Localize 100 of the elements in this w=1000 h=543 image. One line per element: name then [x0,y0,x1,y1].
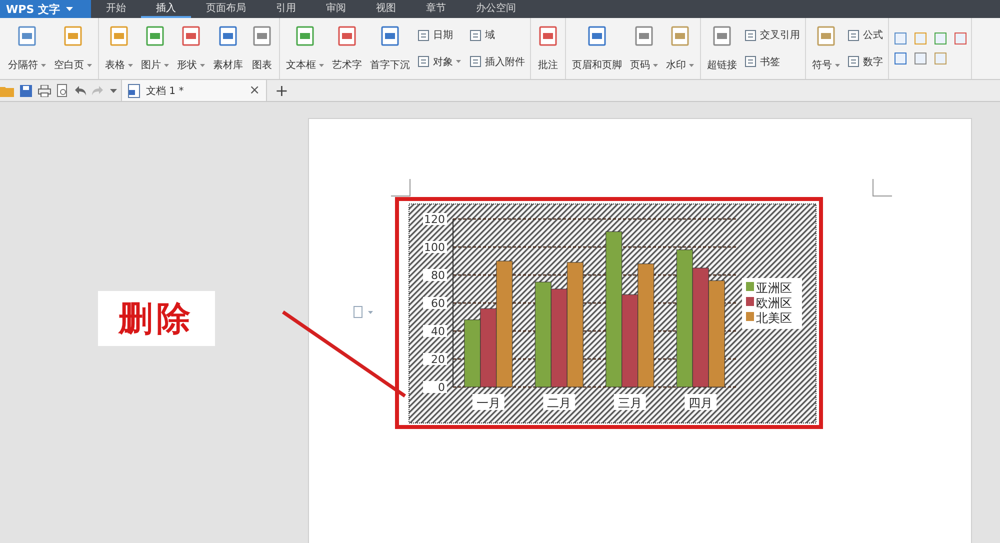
menu-tab[interactable]: 章节 [411,0,461,18]
toolbar-icon[interactable] [932,30,948,46]
ribbon-button[interactable]: 页眉和页脚 [569,22,625,75]
redo-icon[interactable] [92,86,104,96]
menu-tab[interactable]: 页面布局 [191,0,261,18]
toolbar-icon[interactable] [952,30,968,46]
button-label: 文本框 [286,58,316,72]
ribbon-button[interactable]: 图片 [138,22,172,75]
button-label: 形状 [177,58,197,72]
button-label: 交叉引用 [760,28,800,42]
axis-category-label: 一月 [476,396,500,410]
axis-category-label: 四月 [688,396,713,410]
document-icon [537,25,559,47]
ribbon-button[interactable]: 表格 [102,22,136,75]
ribbon-button[interactable]: 图表 [248,22,276,75]
button-label: 超链接 [707,58,737,72]
ribbon-button[interactable]: 日期 [415,27,463,44]
ribbon-button[interactable]: 水印 [663,22,697,75]
ribbon-button[interactable]: 形状 [174,22,208,75]
button-label: 插入附件 [485,56,525,69]
folder-icon[interactable] [0,84,14,96]
toolbar-icon[interactable] [912,30,928,46]
margin-corner-mark [872,179,892,197]
ribbon-button[interactable]: 文本框 [283,22,327,75]
ribbon-button[interactable]: 分隔符 [5,22,49,75]
document-tab[interactable]: 文档 1 * × [122,80,267,101]
axis-tick-label: 0 [438,381,445,394]
toolbar-icon[interactable] [892,50,908,66]
ribbon-button[interactable]: 数字 [845,54,885,70]
toolbar-icon[interactable] [932,50,948,66]
document-icon [669,25,691,47]
button-label: 首字下沉 [370,58,410,72]
margin-corner-mark [391,179,411,197]
ribbon-button[interactable]: 空白页 [51,22,95,75]
button-label: 表格 [105,58,125,72]
ribbon-button[interactable]: 插入附件 [467,54,527,70]
save-icon[interactable] [20,84,32,96]
close-button[interactable]: × [249,83,260,98]
ribbon-button[interactable]: 交叉引用 [742,27,802,44]
button-label: 艺术字 [332,58,362,72]
preview-icon[interactable] [57,84,68,97]
ribbon-button[interactable]: 公式 [845,27,885,44]
document-icon [62,25,84,47]
document-icon [128,84,140,98]
axis-tick-label: 100 [424,241,445,254]
legend-label: 亚洲区 [756,281,792,295]
button-label: 符号 [812,59,832,72]
document-icon [847,28,860,42]
paste-options-icon[interactable] [353,306,373,318]
button-label: 页眉和页脚 [572,58,622,72]
document-icon [711,25,733,47]
ribbon-button[interactable]: 首字下沉 [367,22,413,75]
document-icon [108,25,130,47]
ribbon-button[interactable]: 域 [467,27,527,44]
button-label: 批注 [538,58,558,72]
document-icon [633,25,655,47]
caret-icon[interactable] [110,88,117,92]
button-label: 图表 [252,58,272,72]
document-icon [469,28,482,42]
menu-tab[interactable]: 引用 [261,0,311,18]
axis-tick-label: 80 [431,269,445,282]
toolbar-icon[interactable] [912,50,928,66]
button-label: 水印 [666,58,686,72]
legend-label: 北美区 [756,311,792,325]
ribbon-button[interactable]: 艺术字 [329,22,365,75]
document-icon [847,55,860,68]
ribbon-button[interactable]: 对象 [415,54,463,70]
menu-tab[interactable]: 审阅 [311,0,361,18]
ribbon-button[interactable]: 页码 [627,22,661,75]
legend-label: 欧洲区 [756,296,792,310]
button-label: 空白页 [54,58,84,72]
axis-tick-label: 60 [431,297,445,310]
button-label: 页码 [630,59,650,72]
ribbon-button[interactable]: 批注 [534,22,562,75]
axis-tick-label: 40 [431,325,445,338]
axis-category-label: 二月 [547,396,572,410]
button-label: 图片 [141,58,161,72]
document-icon [744,55,757,68]
ribbon-button[interactable]: 超链接 [704,22,740,75]
document-icon [417,28,430,42]
button-label: 书签 [760,56,780,69]
undo-icon[interactable] [74,86,86,96]
menu-tab[interactable]: 视图 [361,0,411,18]
menu-tab[interactable]: 办公空间 [461,0,531,18]
menu-tab[interactable]: 开始 [91,0,141,18]
button-label: 公式 [863,28,883,42]
chart-bar [464,320,481,388]
new-tab-button[interactable]: + [267,81,296,100]
document-icon [417,55,430,68]
print-icon[interactable] [38,84,51,96]
document-icon [379,25,401,47]
document-icon [217,25,239,47]
document-icon [16,25,38,47]
document-icon [336,25,358,47]
ribbon-button[interactable]: 书签 [742,54,802,70]
app-menu-button[interactable]: WPS 文字 [0,0,91,18]
document-icon [144,25,166,47]
toolbar-icon[interactable] [892,30,908,46]
ribbon-button[interactable]: 符号 [809,22,843,75]
ribbon-button[interactable]: 素材库 [210,22,246,75]
